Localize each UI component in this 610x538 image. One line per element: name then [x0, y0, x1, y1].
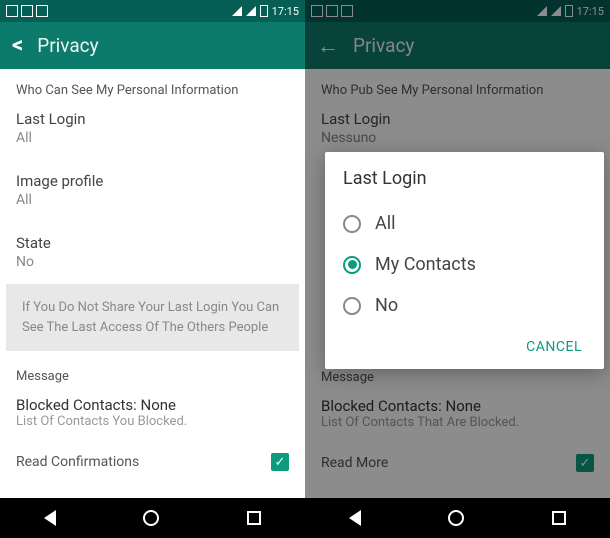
nav-home-icon[interactable]	[448, 510, 464, 526]
signal-icon	[246, 6, 256, 16]
state-row[interactable]: State No	[0, 226, 305, 280]
dialog-actions: CANCEL	[343, 326, 586, 359]
last-login-row[interactable]: Last Login All	[0, 102, 305, 156]
section-header: Who Can See My Personal Information	[0, 69, 305, 102]
radio-option-all[interactable]: All	[343, 203, 586, 244]
radio-option-no[interactable]: No	[343, 285, 586, 326]
nav-recent-icon[interactable]	[552, 511, 566, 525]
battery-icon	[260, 5, 268, 17]
status-right: 17:15	[232, 5, 299, 18]
clock: 17:15	[272, 5, 299, 18]
status-bar: 17:15	[0, 0, 305, 22]
nav-bar	[0, 498, 305, 538]
row-value: All	[16, 130, 289, 146]
wifi-icon	[232, 6, 242, 16]
checkbox-checked-icon[interactable]: ✓	[271, 453, 289, 471]
radio-unchecked-icon	[343, 215, 361, 233]
status-notification-icons	[6, 5, 48, 17]
row-title: Last Login	[16, 110, 289, 128]
nav-recent-icon[interactable]	[247, 511, 261, 525]
blocked-contacts-row[interactable]: Blocked Contacts: None List Of Contacts …	[0, 388, 305, 439]
image-profile-row[interactable]: Image profile All	[0, 164, 305, 218]
radio-option-contacts[interactable]: My Contacts	[343, 244, 586, 285]
radio-label: My Contacts	[375, 254, 476, 275]
dialog-title: Last Login	[343, 168, 586, 189]
notif-icon	[6, 5, 18, 17]
info-box: If You Do Not Share Your Last Login You …	[6, 284, 299, 351]
radio-checked-icon	[343, 256, 361, 274]
nav-back-icon[interactable]	[44, 510, 56, 526]
nav-home-icon[interactable]	[143, 510, 159, 526]
radio-unchecked-icon	[343, 297, 361, 315]
read-confirm-label: Read Confirmations	[16, 454, 139, 470]
row-value: All	[16, 192, 289, 208]
last-login-dialog: Last Login All My Contacts No CANCEL	[325, 152, 604, 369]
phone-left: 17:15 < Privacy Who Can See My Personal …	[0, 0, 305, 538]
nav-bar	[305, 498, 610, 538]
phone-right: 17:15 ← Privacy Who Pub See My Personal …	[305, 0, 610, 538]
notif-icon	[21, 5, 33, 17]
content: Who Can See My Personal Information Last…	[0, 69, 305, 498]
blocked-title: Blocked Contacts: None	[16, 396, 289, 414]
radio-label: No	[375, 295, 398, 316]
cancel-button[interactable]: CANCEL	[526, 339, 582, 355]
row-value: No	[16, 254, 289, 270]
app-header: < Privacy	[0, 22, 305, 69]
blocked-sub: List Of Contacts You Blocked.	[16, 414, 289, 429]
row-title: Image profile	[16, 172, 289, 190]
read-confirmations-row[interactable]: Read Confirmations ✓	[0, 439, 305, 485]
back-icon[interactable]: <	[12, 33, 23, 58]
page-title: Privacy	[37, 34, 98, 57]
row-title: State	[16, 234, 289, 252]
nav-back-icon[interactable]	[349, 510, 361, 526]
message-section: Message	[0, 355, 305, 388]
radio-label: All	[375, 213, 396, 234]
notif-icon	[36, 5, 48, 17]
